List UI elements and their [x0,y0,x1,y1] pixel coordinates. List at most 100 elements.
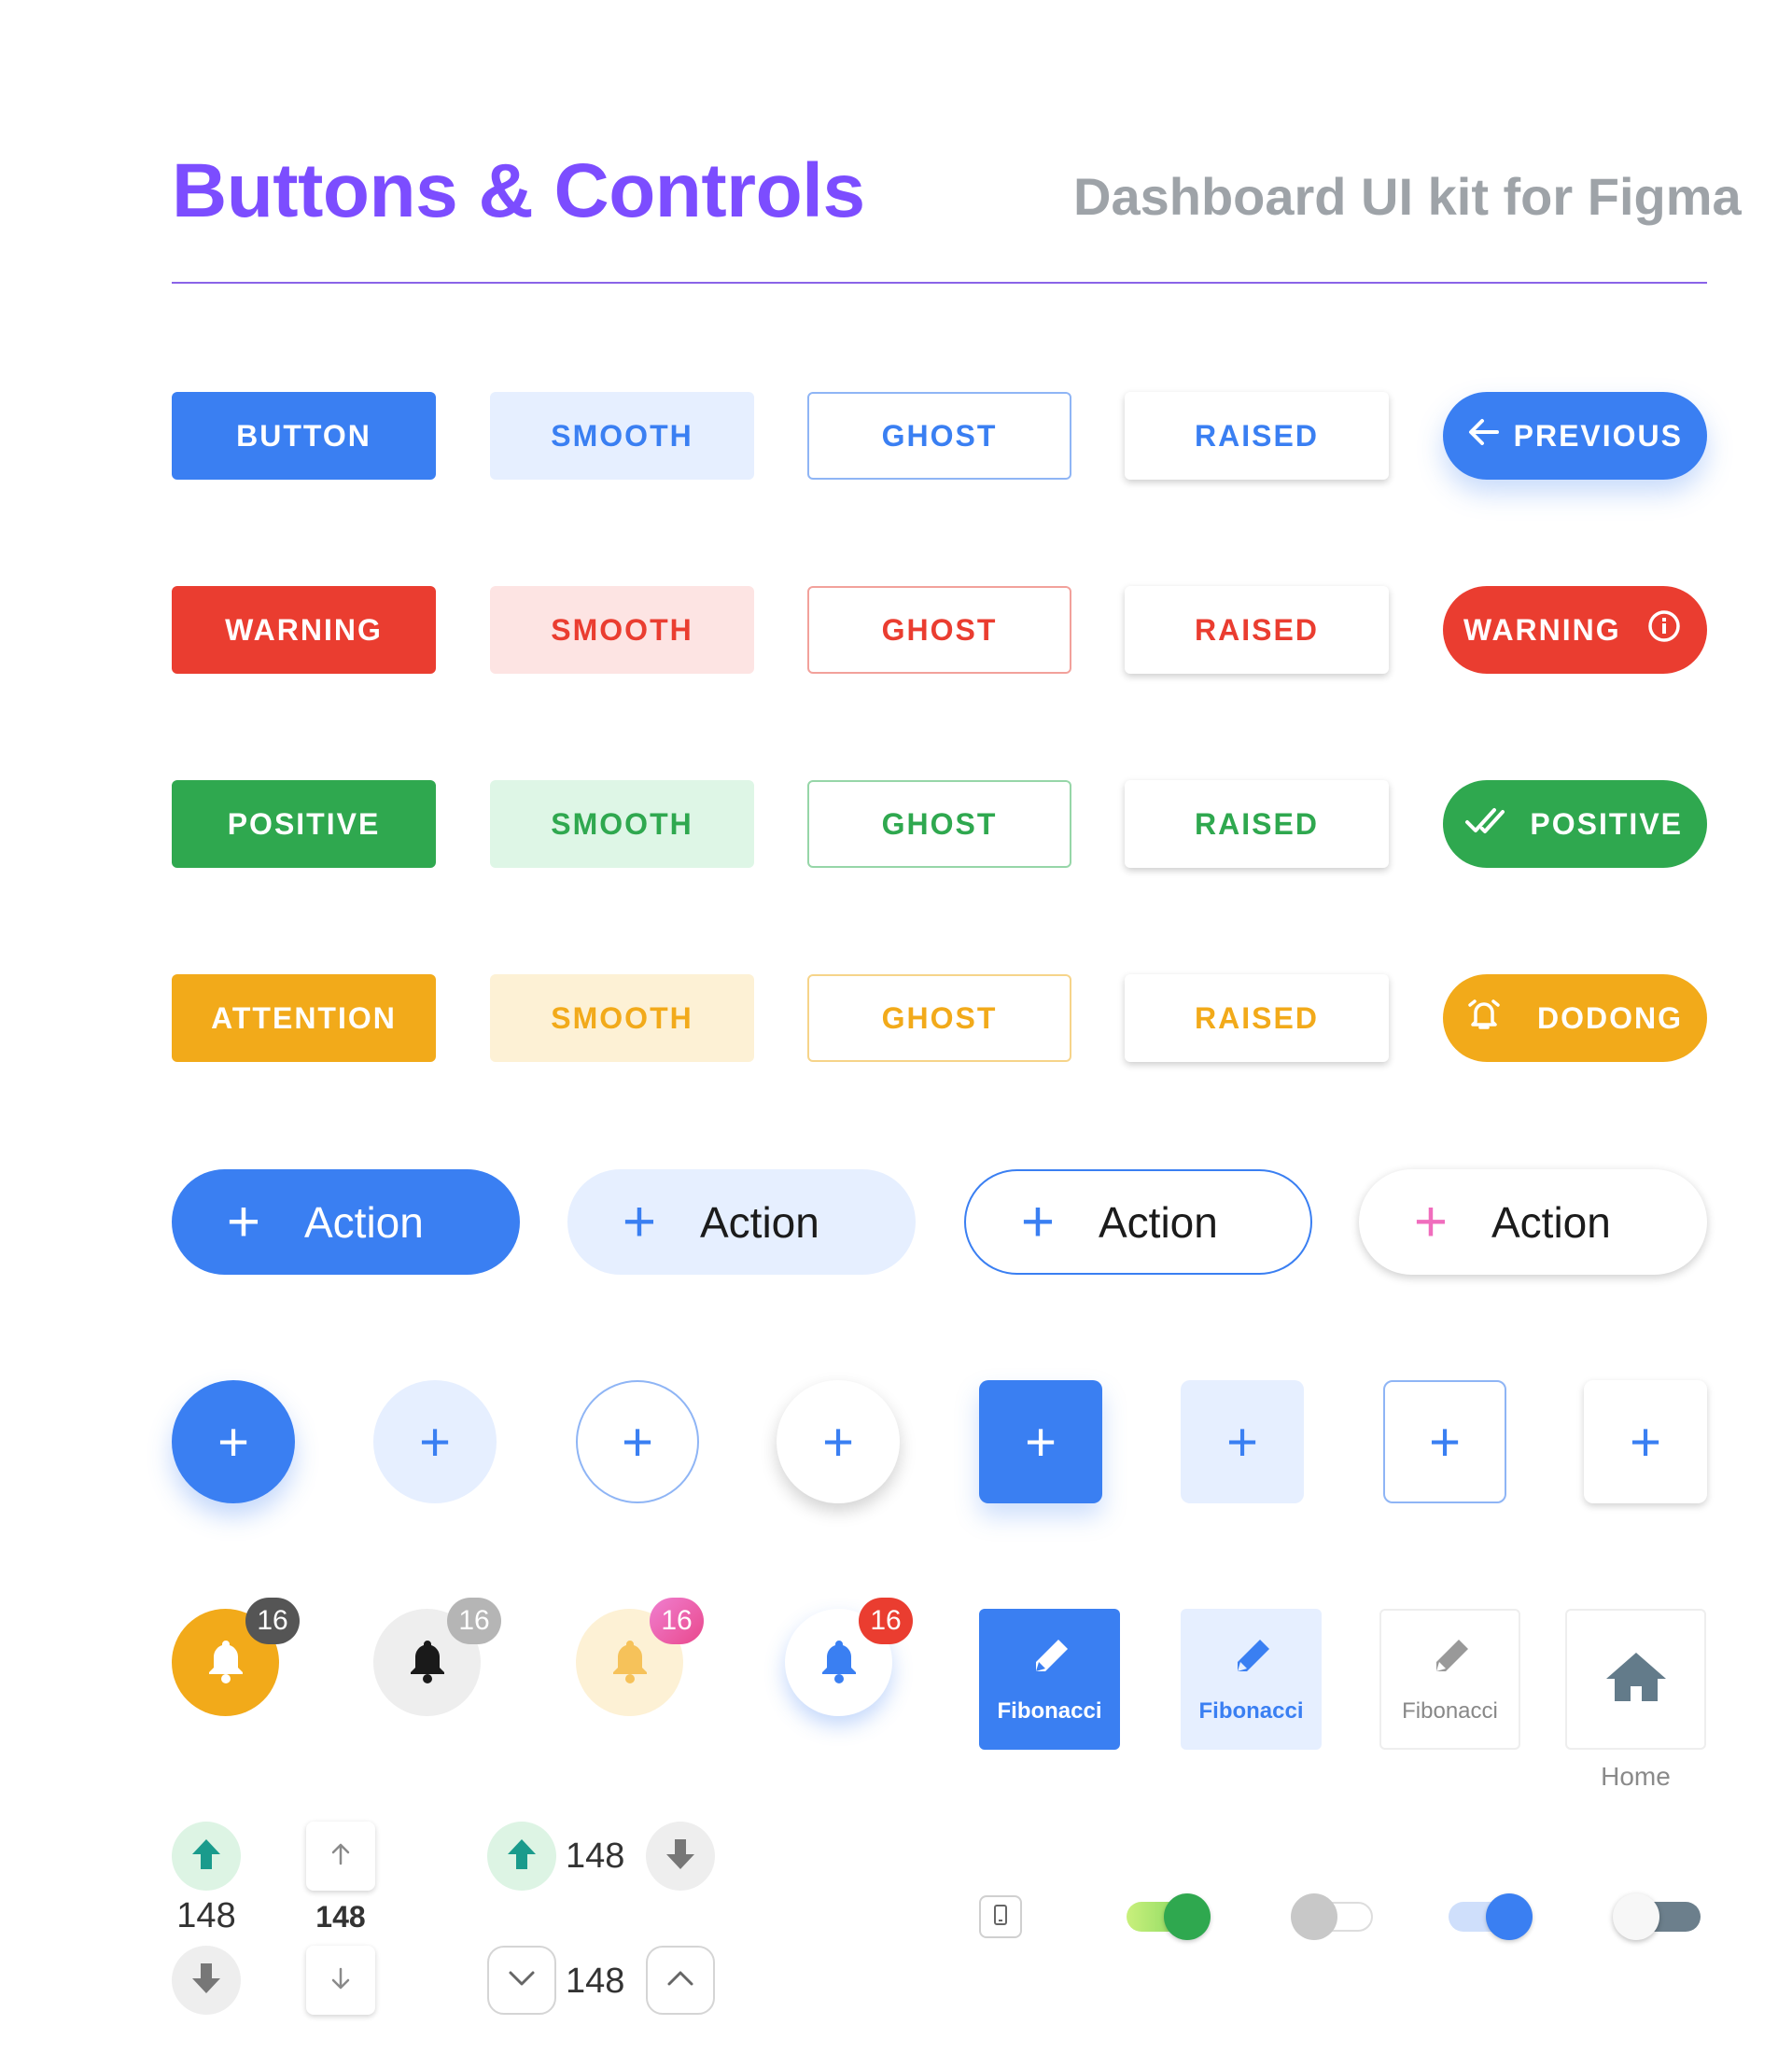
warning-button[interactable]: WARNING [172,586,436,674]
pencil-icon [1427,1634,1474,1685]
arrow-down-icon [328,1965,354,1996]
plus-icon: + [1630,1411,1661,1473]
downvote-button[interactable] [646,1822,715,1891]
plus-icon: + [419,1411,451,1473]
arrow-up-icon [189,1837,224,1877]
vote-count: 148 [315,1900,366,1934]
upvote-button[interactable] [487,1822,556,1891]
attention-raised-button[interactable]: RAISED [1125,974,1389,1062]
notification-count-badge: 16 [859,1598,913,1644]
positive-smooth-button[interactable]: SMOOTH [490,780,754,868]
bell-icon [204,1637,247,1688]
bell-icon [406,1637,449,1688]
switch-off-gray[interactable] [1291,1893,1373,1940]
action-button-ghost[interactable]: + Action [964,1169,1312,1275]
plus-icon: + [822,1411,854,1473]
switch-knob [1164,1893,1211,1940]
plus-icon: + [1025,1411,1057,1473]
primary-ghost-button[interactable]: GHOST [807,392,1071,480]
positive-pill-button[interactable]: POSITIVE [1443,780,1707,868]
add-fab-primary[interactable]: + [172,1380,295,1503]
add-fab-smooth[interactable]: + [373,1380,497,1503]
tile-label: Fibonacci [1402,1698,1498,1724]
vote-count: 148 [176,1896,236,1935]
action-button-raised[interactable]: + Action [1359,1169,1707,1275]
warning-pill-label: WARNING [1463,612,1621,647]
tile-label: Fibonacci [1198,1698,1304,1724]
chevron-down-icon [507,1969,537,1992]
alarm-bell-icon [1463,994,1505,1042]
primary-button[interactable]: BUTTON [172,392,436,480]
positive-raised-button[interactable]: RAISED [1125,780,1389,868]
warning-ghost-button[interactable]: GHOST [807,586,1071,674]
info-icon [1645,608,1683,652]
notification-button-attention[interactable]: 16 [172,1598,300,1716]
vote-count: 148 [566,1837,625,1876]
switch-knob [1486,1893,1533,1940]
notification-button-soft[interactable]: 16 [576,1598,704,1716]
notification-count-badge: 16 [245,1598,300,1644]
downvote-button[interactable] [172,1946,241,2015]
add-square-raised[interactable]: + [1584,1380,1707,1503]
previous-button[interactable]: PREVIOUS [1443,392,1707,480]
primary-smooth-button[interactable]: SMOOTH [490,392,754,480]
tile-button-smooth[interactable]: Fibonacci [1181,1609,1322,1750]
switch-knob [1291,1893,1337,1940]
chevron-up-icon [665,1969,695,1992]
attention-smooth-button[interactable]: SMOOTH [490,974,754,1062]
plus-icon: + [1020,1189,1056,1254]
switch-on-blue[interactable] [1449,1893,1533,1940]
positive-ghost-button[interactable]: GHOST [807,780,1071,868]
tile-button-ghost[interactable]: Fibonacci [1379,1609,1520,1750]
decrement-button[interactable] [487,1946,556,2015]
home-icon [1604,1649,1668,1710]
action-label: Action [1099,1197,1218,1247]
warning-pill-button[interactable]: WARNING [1443,586,1707,674]
home-tile-button[interactable] [1565,1609,1706,1750]
plus-icon: + [1226,1411,1258,1473]
dodong-label: DODONG [1537,1000,1683,1035]
notification-button-neutral[interactable]: 16 [373,1598,501,1716]
action-button-primary[interactable]: + Action [172,1169,520,1275]
upvote-button[interactable] [306,1822,375,1891]
positive-button[interactable]: POSITIVE [172,780,436,868]
attention-ghost-button[interactable]: GHOST [807,974,1071,1062]
add-fab-ghost[interactable]: + [576,1380,699,1503]
arrow-down-icon [663,1837,698,1877]
add-square-smooth[interactable]: + [1181,1380,1304,1503]
action-label: Action [1491,1197,1611,1247]
add-square-primary[interactable]: + [979,1380,1102,1503]
notification-button-raised[interactable]: 16 [785,1598,913,1716]
tile-button-primary[interactable]: Fibonacci [979,1609,1120,1750]
tile-label: Fibonacci [997,1698,1102,1724]
switch-on-green[interactable] [1127,1893,1211,1940]
switch-off-dark[interactable] [1613,1893,1701,1940]
plus-icon: + [1413,1189,1449,1254]
pencil-icon [1228,1634,1275,1685]
pencil-icon [1027,1634,1073,1685]
downvote-button[interactable] [306,1946,375,2015]
add-square-ghost[interactable]: + [1383,1380,1506,1503]
action-label: Action [304,1197,424,1247]
previous-label: PREVIOUS [1513,418,1683,453]
switch-knob [1613,1893,1659,1940]
increment-button[interactable] [646,1946,715,2015]
add-fab-raised[interactable]: + [777,1380,900,1503]
primary-raised-button[interactable]: RAISED [1125,392,1389,480]
attention-button[interactable]: ATTENTION [172,974,436,1062]
arrow-left-icon [1463,412,1505,460]
plus-icon: + [1429,1411,1461,1473]
device-toggle-button[interactable] [979,1895,1022,1938]
action-button-smooth[interactable]: + Action [567,1169,916,1275]
upvote-button[interactable] [172,1822,241,1891]
dodong-button[interactable]: DODONG [1443,974,1707,1062]
arrow-up-icon [328,1841,354,1872]
plus-icon: + [622,1189,657,1254]
action-label: Action [700,1197,819,1247]
vote-count: 148 [566,1962,625,2001]
bell-icon [818,1637,861,1688]
phone-icon [993,1904,1008,1931]
warning-smooth-button[interactable]: SMOOTH [490,586,754,674]
page-subtitle: Dashboard UI kit for Figma [1073,167,1742,226]
warning-raised-button[interactable]: RAISED [1125,586,1389,674]
